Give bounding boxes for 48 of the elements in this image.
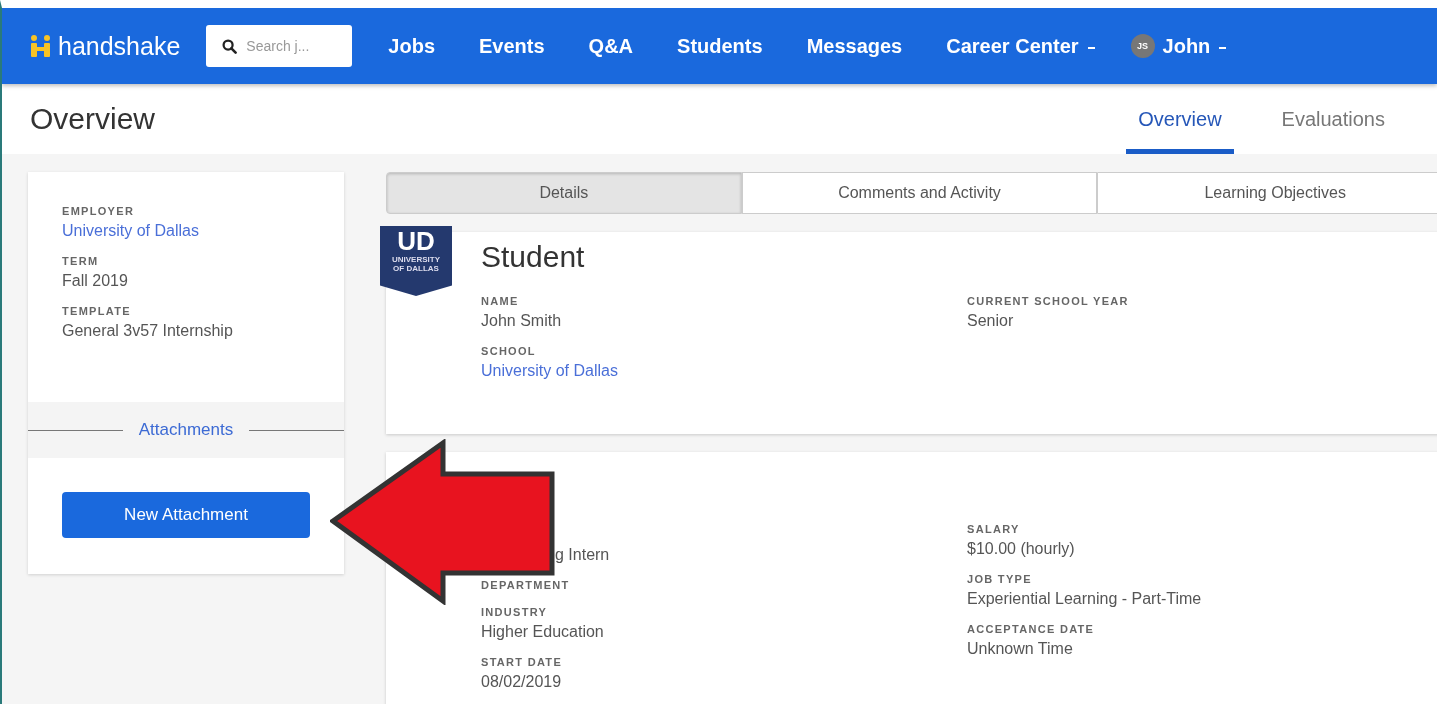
logo-subtext: UNIVERSITY	[392, 255, 440, 264]
detail-tab[interactable]: Comments and Activity	[741, 172, 1098, 214]
logo-icon	[30, 35, 52, 57]
card-title: Student	[481, 242, 586, 272]
field-label: START DATE	[481, 655, 564, 669]
field-link[interactable]: University of Dallas	[62, 221, 310, 241]
page-tab[interactable]: Overview	[1126, 89, 1234, 154]
field-value: General 3v57 Internship	[62, 321, 234, 341]
field-value: g Intern	[555, 545, 611, 565]
field-value: Unknown Time	[967, 639, 1074, 659]
user-menu[interactable]: John	[1162, 34, 1211, 58]
field-label: INDUSTRY	[481, 605, 549, 619]
field-value: Higher Education	[481, 622, 605, 642]
field-label: TERM	[62, 254, 100, 268]
logo-text[interactable]: handshake	[58, 31, 181, 61]
field-label: DEPARTMENT	[481, 578, 571, 592]
field-value: Senior	[967, 311, 1015, 331]
field-value: Experiential Learning - Part-Time	[967, 589, 1203, 609]
detail-tab[interactable]: Details	[386, 172, 742, 214]
nav-link[interactable]: Jobs	[388, 34, 435, 58]
field-label: TEMPLATE	[62, 304, 132, 318]
field-value: $10.00 (hourly)	[967, 539, 1076, 559]
field-link[interactable]: University of Dallas	[481, 361, 967, 381]
new-attachment-button[interactable]: New Attachment	[62, 492, 310, 538]
detail-tab[interactable]: Learning Objectives	[1097, 172, 1437, 214]
nav-link[interactable]: Events	[479, 34, 545, 58]
avatar-initials[interactable]: JS	[1130, 34, 1155, 58]
nav-link[interactable]: Q&A	[588, 34, 634, 58]
page-tab[interactable]: Evaluations	[1269, 89, 1397, 154]
field-label: NAME	[481, 294, 520, 308]
field-value: Fall 2019	[62, 271, 129, 291]
search-field[interactable]: Search j...	[206, 25, 353, 67]
field-label: CURRENT SCHOOL YEAR	[967, 294, 1130, 308]
field-value: John Smith	[481, 311, 563, 331]
logo-text: UD	[397, 228, 435, 255]
nav-link[interactable]: Career Center	[946, 34, 1095, 58]
field-label: JOB TYPE	[967, 572, 1033, 586]
logo-subtext: OF DALLAS	[393, 264, 439, 273]
field-value: 08/02/2019	[481, 672, 563, 692]
field-label: SCHOOL	[481, 344, 537, 358]
attachments-title: Attachments	[138, 420, 234, 440]
nav-link[interactable]: Messages	[806, 34, 903, 58]
page-title: Overview	[30, 102, 156, 136]
nav-link[interactable]: Students	[677, 34, 763, 58]
field-label: SALARY	[967, 522, 1021, 536]
field-label: ACCEPTANCE DATE	[967, 622, 1096, 636]
field-label: EMPLOYER	[62, 204, 136, 218]
search-icon	[222, 39, 238, 54]
